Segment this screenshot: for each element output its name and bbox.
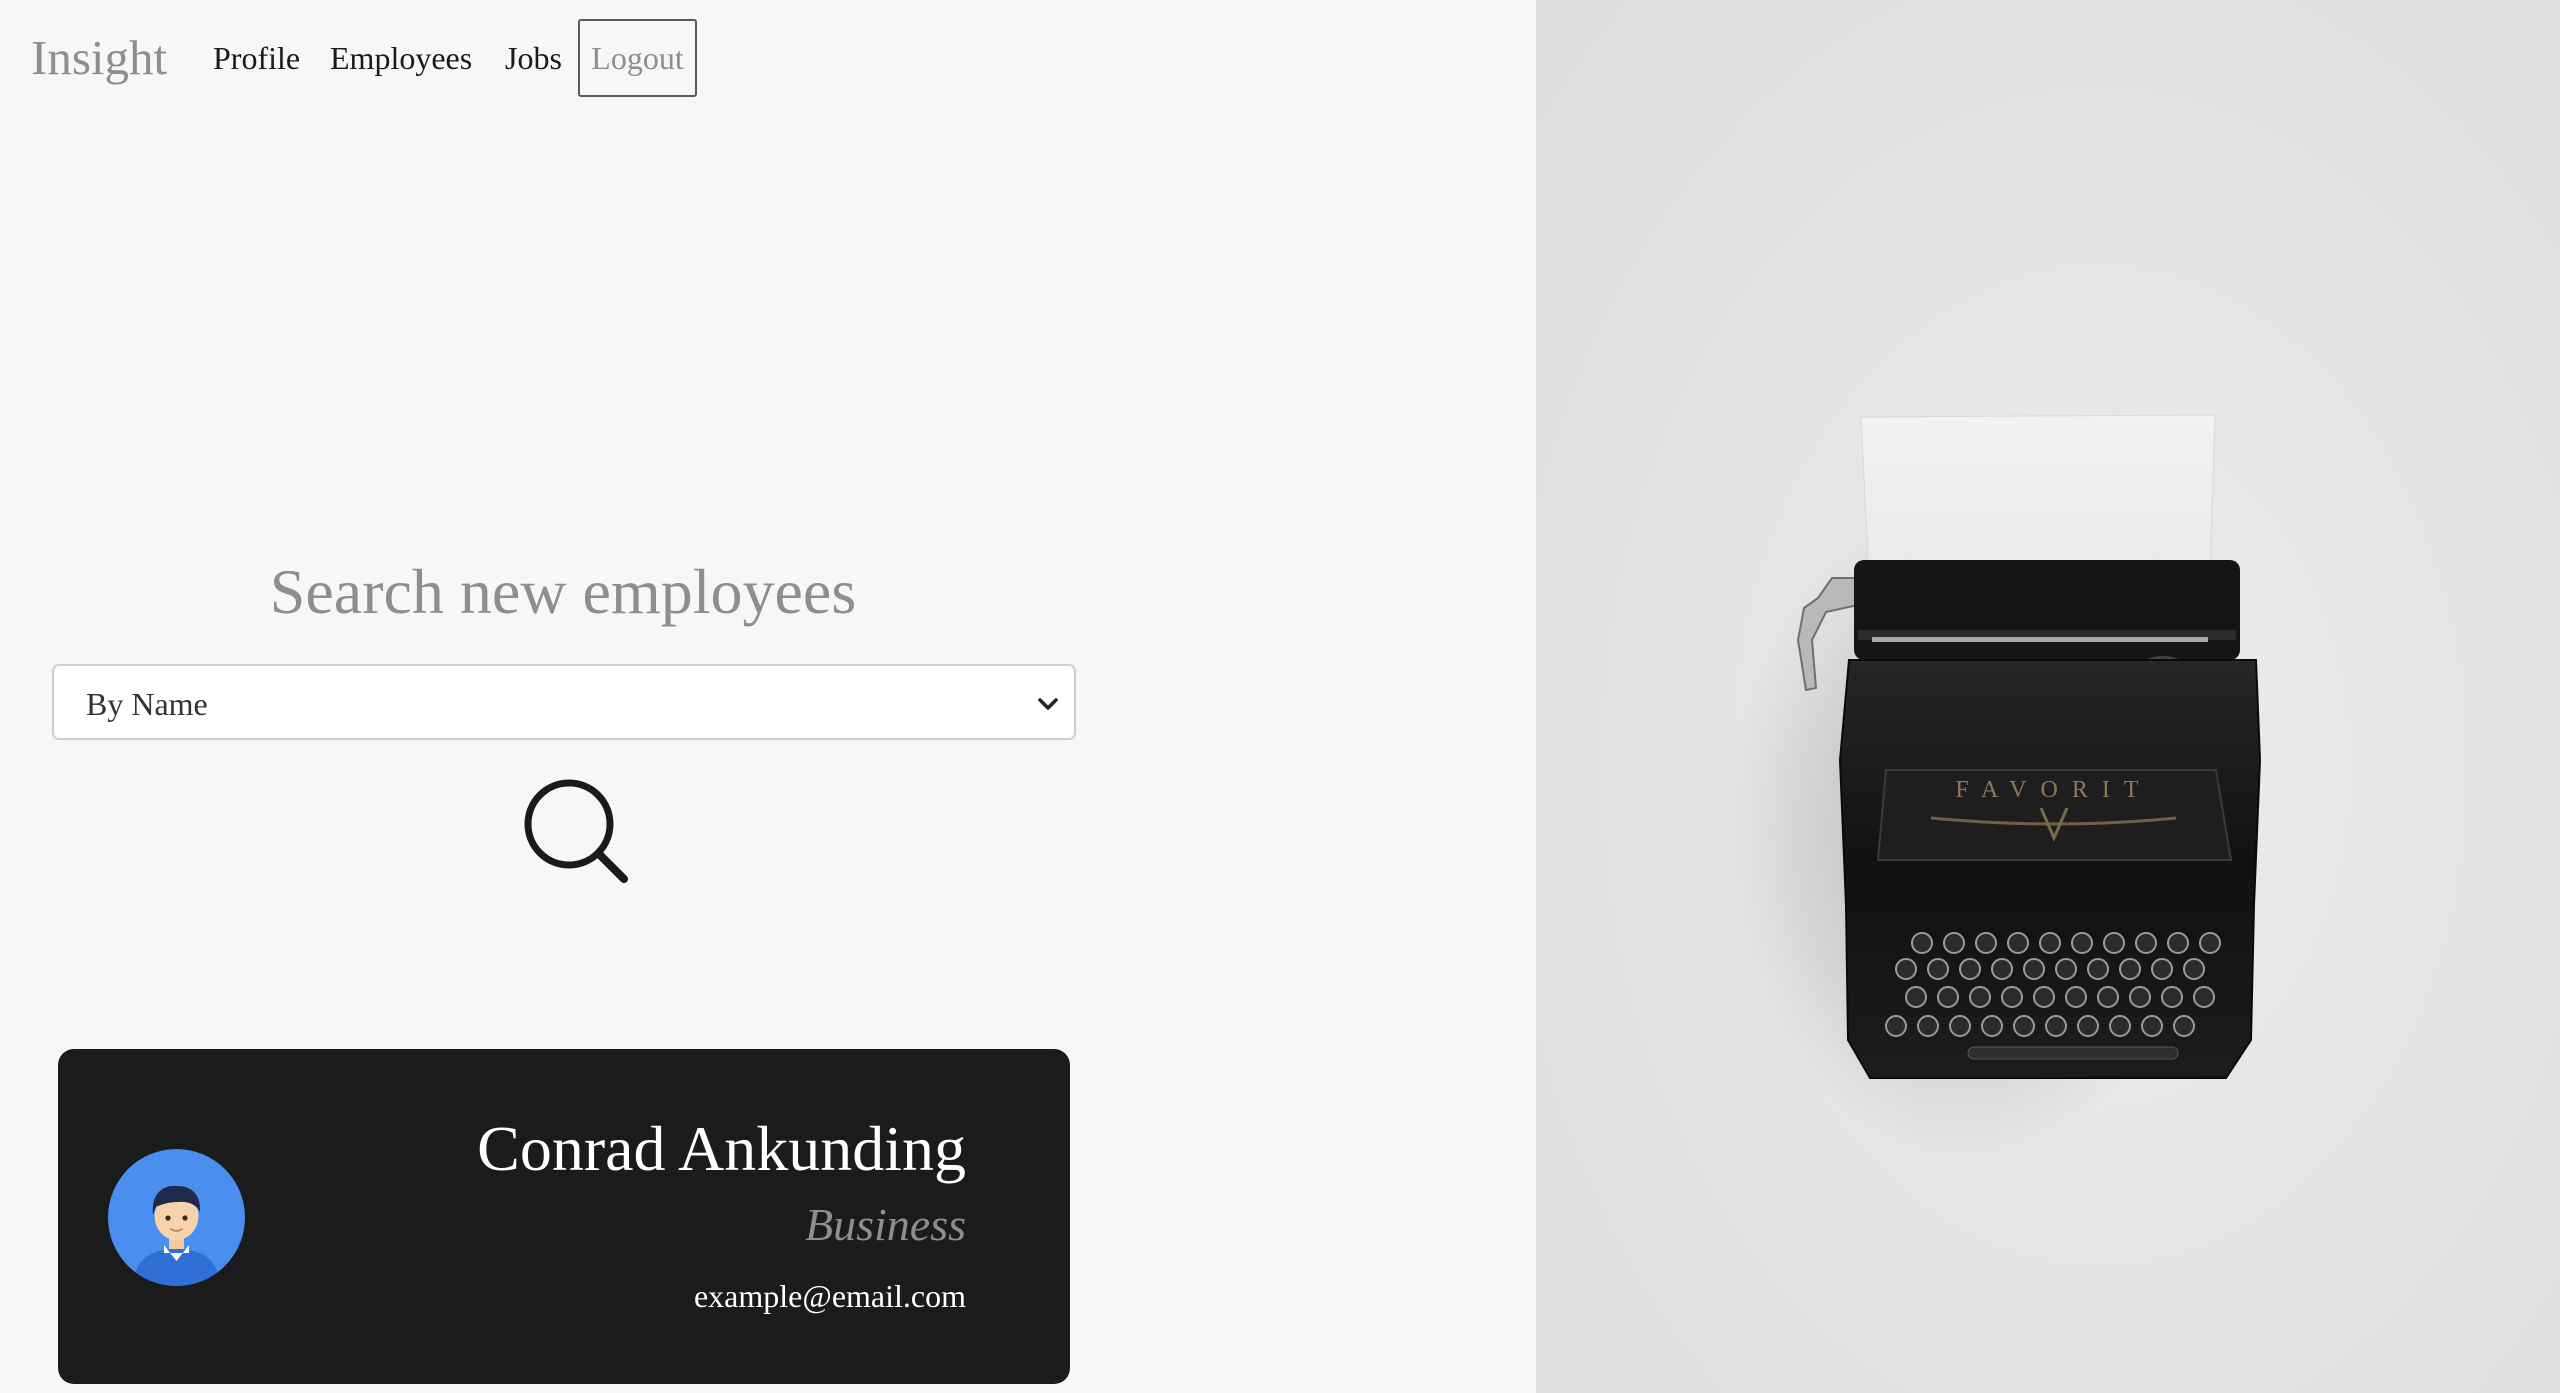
brand-logo[interactable]: Insight — [31, 28, 167, 88]
person-avatar-icon — [108, 1149, 245, 1286]
typewriter-brand-text: FAVORIT — [1955, 777, 2152, 803]
left-panel: Insight Profile Employees Jobs Logout Se… — [0, 0, 1536, 1393]
hero-image-panel: FAVORIT — [1536, 0, 2560, 1393]
search-icon[interactable] — [512, 770, 632, 886]
search-filter-select[interactable]: By Name — [52, 664, 1076, 740]
employee-name[interactable]: Conrad Ankunding — [477, 1109, 966, 1189]
employee-email[interactable]: example@email.com — [694, 1276, 966, 1316]
employee-card[interactable]: Conrad Ankunding Business example@email.… — [58, 1049, 1070, 1384]
nav-link-jobs[interactable]: Jobs — [505, 38, 562, 78]
typewriter-image: FAVORIT — [1726, 414, 2262, 1160]
chevron-down-icon — [1038, 698, 1058, 710]
page: Insight Profile Employees Jobs Logout Se… — [0, 0, 2560, 1393]
search-filter-value: By Name — [86, 686, 208, 722]
logout-button[interactable]: Logout — [578, 19, 697, 97]
top-nav: Insight Profile Employees Jobs Logout — [0, 0, 1536, 100]
search-title: Search new employees — [269, 556, 857, 627]
nav-link-profile[interactable]: Profile — [213, 38, 300, 78]
nav-link-employees[interactable]: Employees — [330, 38, 472, 78]
employee-department: Business — [805, 1199, 966, 1250]
